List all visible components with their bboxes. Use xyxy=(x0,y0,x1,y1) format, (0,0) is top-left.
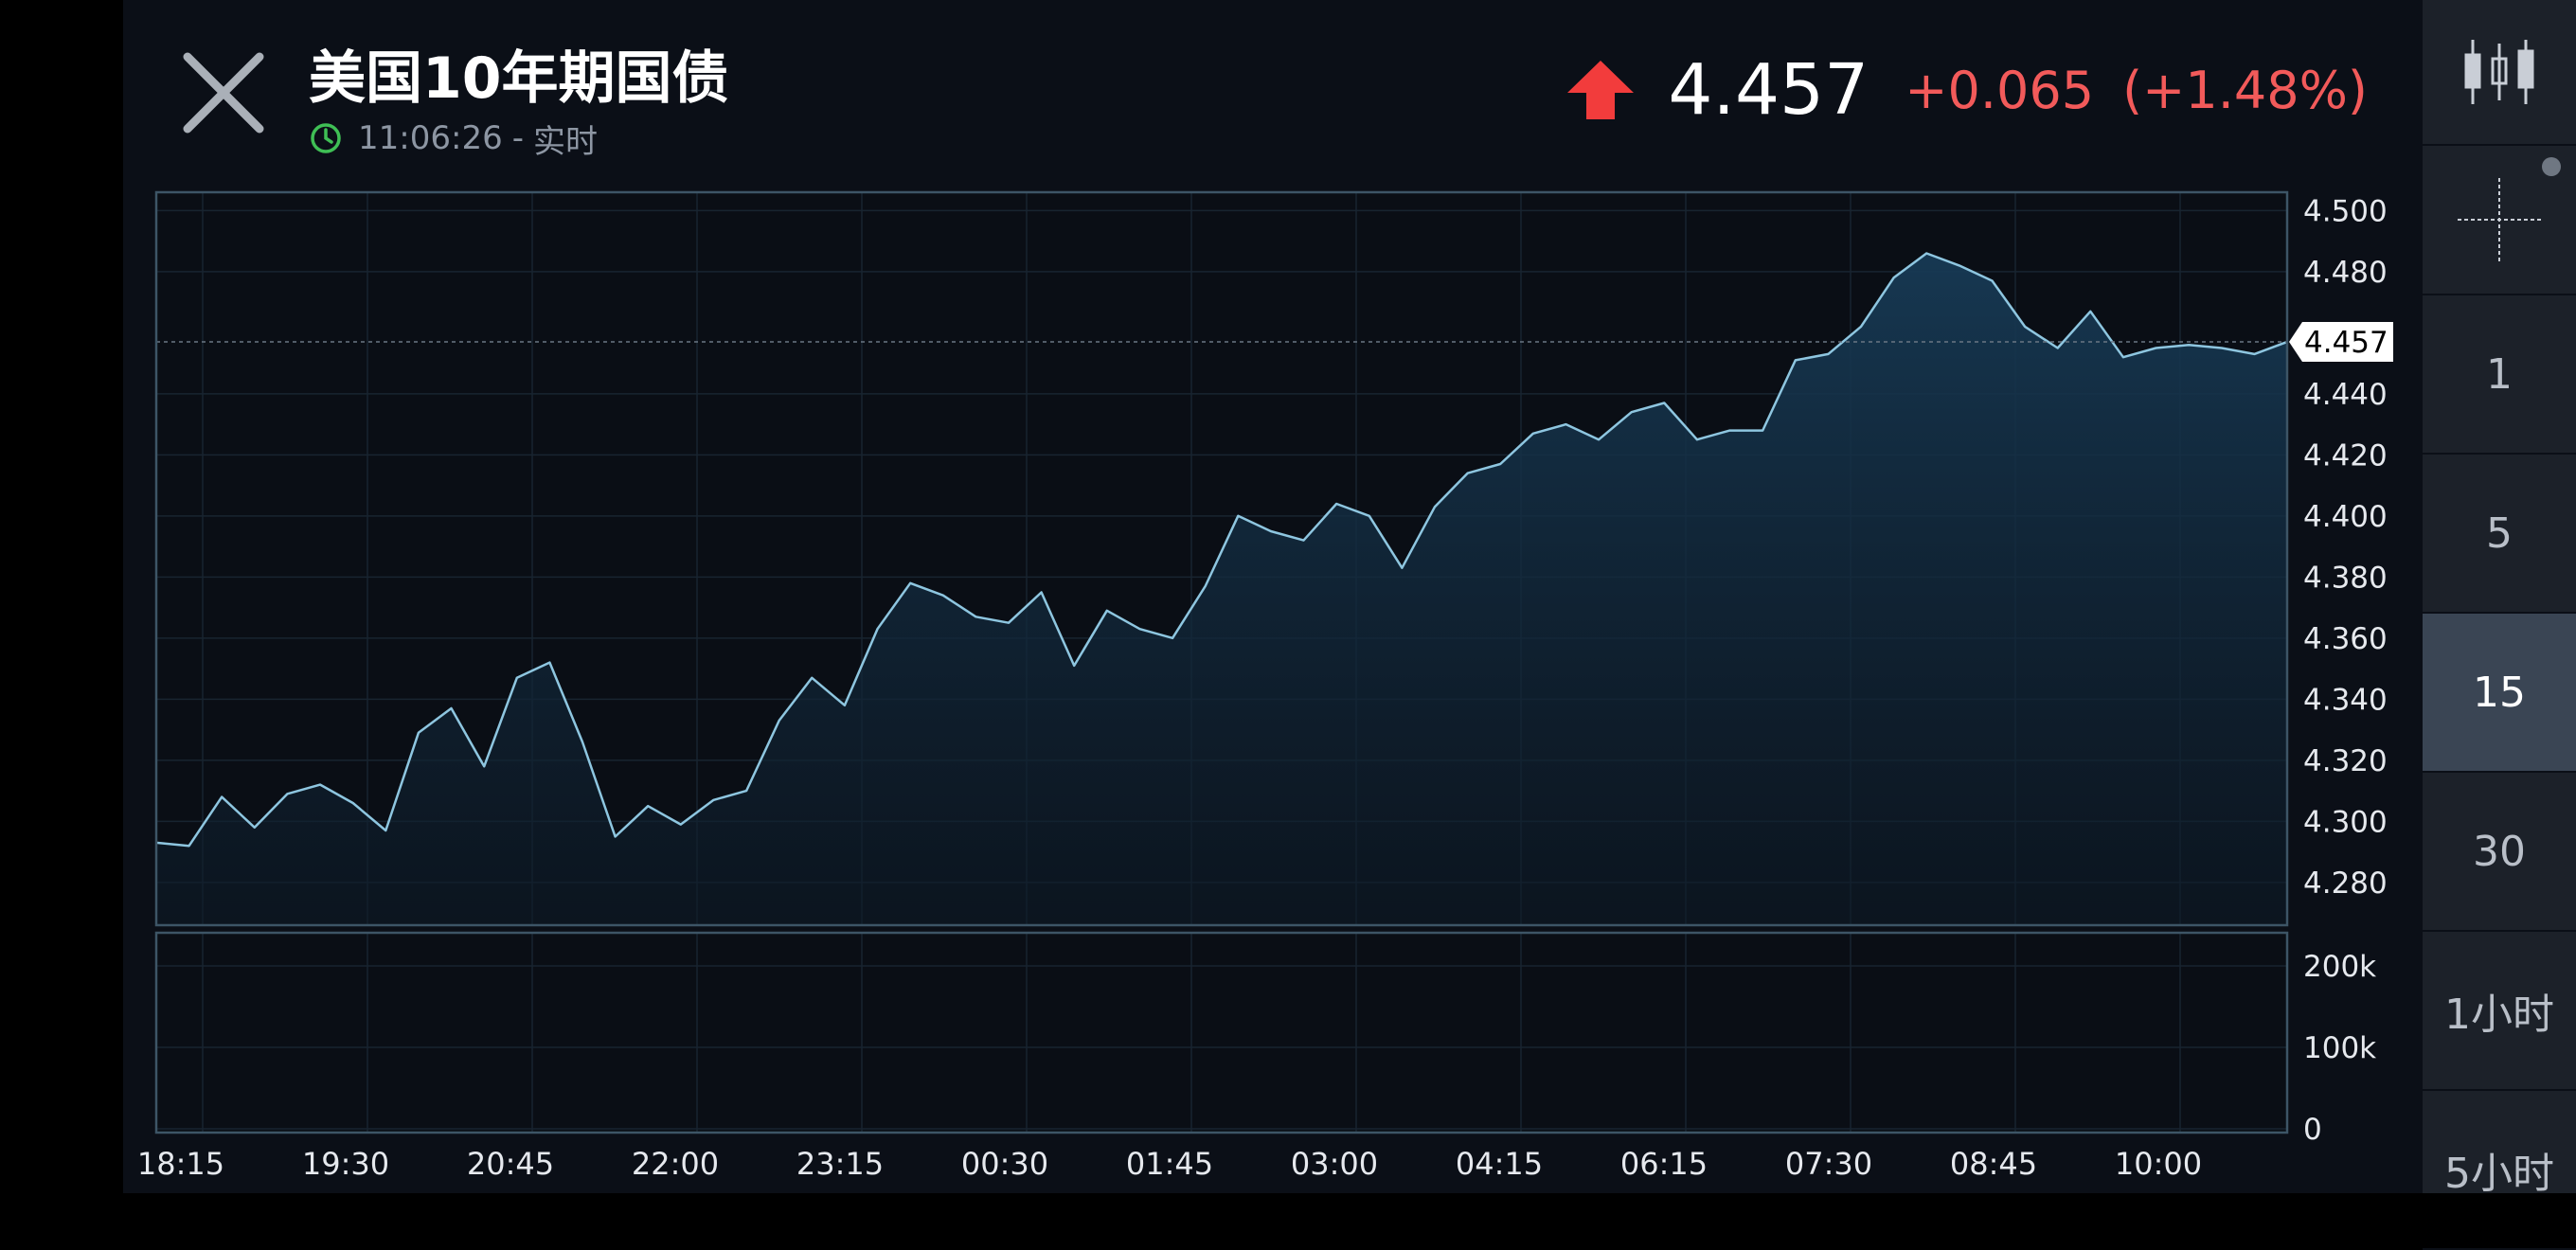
volume-panel xyxy=(156,933,2287,1133)
x-tick-label: 01:45 xyxy=(1126,1146,1213,1182)
timeframe-button-5[interactable]: 5 xyxy=(2423,455,2576,614)
x-tick-label: 20:45 xyxy=(467,1146,554,1182)
volume-tick-label: 0 xyxy=(2303,1113,2322,1147)
timeframe-button-1[interactable]: 1 xyxy=(2423,295,2576,455)
y-tick-label: 4.360 xyxy=(2303,622,2388,656)
x-tick-label: 06:15 xyxy=(1620,1146,1708,1182)
current-price-tag-label: 4.457 xyxy=(2304,326,2388,360)
chart-type-button[interactable] xyxy=(2423,0,2576,146)
y-tick-label: 4.500 xyxy=(2303,194,2388,228)
x-tick-label: 23:15 xyxy=(796,1146,884,1182)
x-tick-label: 00:30 xyxy=(961,1146,1048,1182)
chart-toolbar: 1 5 15 30 1小时 5小时 xyxy=(2423,0,2576,1250)
timeframe-button-5小时[interactable]: 5小时 xyxy=(2423,1091,2576,1250)
timeframe-button-30[interactable]: 30 xyxy=(2423,773,2576,932)
volume-tick-label: 100k xyxy=(2303,1031,2376,1065)
candlestick-icon xyxy=(2464,40,2534,104)
y-tick-label: 4.380 xyxy=(2303,561,2388,595)
y-tick-label: 4.280 xyxy=(2303,866,2388,901)
status-dot xyxy=(2542,157,2561,176)
price-chart[interactable]: 4.500 4.480 4.440 4.420 4.400 4.380 4.360 4.340… xyxy=(123,0,2423,1193)
volume-tick-label: 200k xyxy=(2303,950,2376,984)
crosshair-icon xyxy=(2458,178,2541,261)
x-tick-label: 22:00 xyxy=(632,1146,719,1182)
y-tick-label: 4.480 xyxy=(2303,256,2388,290)
time-axis: 18:15 19:30 20:45 22:00 23:15 00:30 01:45 03:00… xyxy=(137,1146,2202,1182)
volume-axis: 200k 100k 0 xyxy=(2303,950,2376,1147)
y-tick-label: 4.420 xyxy=(2303,438,2388,473)
x-tick-label: 08:45 xyxy=(1950,1146,2037,1182)
y-tick-label: 4.440 xyxy=(2303,378,2388,412)
x-tick-label: 04:15 xyxy=(1456,1146,1543,1182)
y-tick-label: 4.340 xyxy=(2303,683,2388,717)
x-tick-label: 03:00 xyxy=(1291,1146,1378,1182)
x-tick-label: 07:30 xyxy=(1785,1146,1872,1182)
crosshair-button[interactable] xyxy=(2423,146,2576,295)
x-tick-label: 18:15 xyxy=(137,1146,224,1182)
price-axis: 4.500 4.480 4.440 4.420 4.400 4.380 4.360 4.340… xyxy=(2303,194,2388,901)
current-price-tag: 4.457 xyxy=(2289,322,2393,363)
timeframe-button-1小时[interactable]: 1小时 xyxy=(2423,932,2576,1091)
y-tick-label: 4.400 xyxy=(2303,500,2388,534)
timeframe-button-15[interactable]: 15 xyxy=(2423,614,2576,773)
x-tick-label: 10:00 xyxy=(2115,1146,2202,1182)
x-tick-label: 19:30 xyxy=(302,1146,389,1182)
chart-screen: 美国10年期国债 11:06:26 - 实时 4.457 +0.065 (+1.… xyxy=(123,0,2423,1193)
y-tick-label: 4.320 xyxy=(2303,744,2388,778)
y-tick-label: 4.300 xyxy=(2303,805,2388,839)
